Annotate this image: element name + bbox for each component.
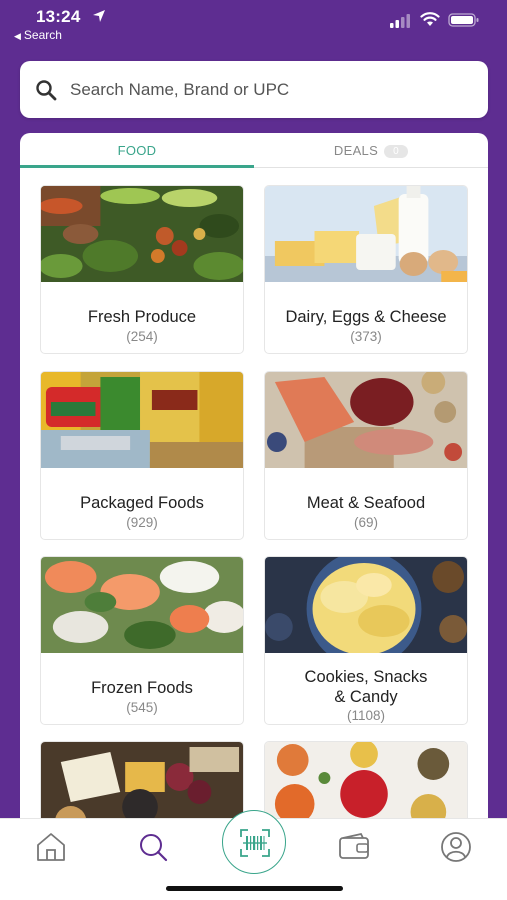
category-count: (1108) [346,708,386,723]
active-tab-indicator [20,165,254,168]
status-bar: 13:24 ◀ Search [0,0,507,46]
category-card-meat-seafood[interactable]: Meat & Seafood (69) [264,371,468,540]
category-title-line-1: Cookies, Snacks [304,668,428,686]
tab-deals-label: DEALS [333,143,379,158]
search-icon[interactable] [136,831,170,863]
snacks-image [265,557,467,667]
category-card-frozen-foods[interactable]: Frozen Foods (545) [40,556,244,725]
category-count: (69) [353,515,378,530]
deals-count-badge: 0 [384,145,409,158]
fresh-produce-image [41,186,243,282]
battery-icon [448,13,479,27]
wallet-icon[interactable] [337,831,371,863]
tab-bar: FOOD DEALS 0 [20,133,488,168]
category-count: (254) [126,329,158,344]
wifi-icon [420,12,440,26]
category-title-line-2: & Candy [334,688,398,706]
tab-food-label: FOOD [117,143,157,158]
category-title: Dairy, Eggs & Cheese [285,308,447,326]
packaged-foods-image [41,372,243,468]
category-card-fresh-produce[interactable]: Fresh Produce (254) [40,185,244,354]
status-time: 13:24 [36,7,81,26]
search-bar[interactable] [20,61,488,118]
category-count: (545) [126,700,158,715]
category-title: Frozen Foods [91,679,193,697]
home-indicator [166,886,343,891]
category-title: Packaged Foods [80,494,204,512]
category-title: Fresh Produce [87,308,197,326]
category-card-cookies-snacks-candy[interactable]: Cookies, Snacks & Candy (1108) [264,556,468,725]
dairy-image [265,186,467,282]
category-panel: FOOD DEALS 0 Fresh Produce (254) Dairy, … [20,133,488,833]
category-title: Cookies, Snacks & Candy [265,667,467,707]
barcode-scan-icon [240,829,270,857]
cellular-signal-icon [390,14,410,28]
frozen-foods-image [41,557,243,653]
location-arrow-icon [93,10,105,22]
category-card-dairy-eggs-cheese[interactable]: Dairy, Eggs & Cheese (373) [264,185,468,354]
category-count: (373) [350,329,382,344]
search-input[interactable] [70,79,450,100]
category-card-packaged-foods[interactable]: Packaged Foods (929) [40,371,244,540]
search-icon [36,79,57,100]
category-count: (929) [126,515,158,530]
home-icon[interactable] [34,831,68,863]
scan-barcode-button[interactable] [222,810,286,874]
back-arrow-icon: ◀ [14,31,21,41]
back-link-label: Search [23,28,62,42]
profile-icon[interactable] [439,831,473,863]
back-to-search-link[interactable]: ◀ Search [14,28,62,42]
tab-deals[interactable]: DEALS 0 [254,133,488,167]
meat-seafood-image [265,372,467,468]
category-title: Meat & Seafood [306,494,426,512]
tab-food[interactable]: FOOD [20,133,254,167]
